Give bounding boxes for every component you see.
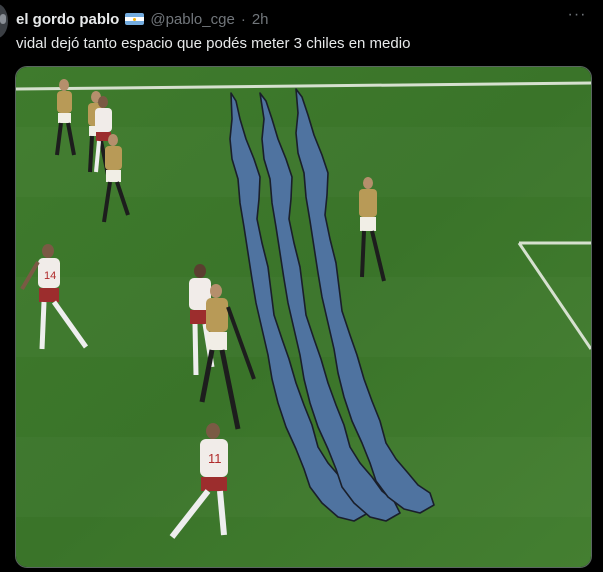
tweet-text: vidal dejó tanto espacio que podés meter… [16, 35, 411, 52]
timestamp[interactable]: 2h [252, 11, 269, 28]
tweet-media-image[interactable]: 14 11 [15, 66, 592, 568]
argentina-flag-icon [125, 13, 145, 25]
author-handle[interactable]: @pablo_cge [150, 11, 234, 28]
avatar[interactable] [0, 4, 8, 38]
author-name[interactable]: el gordo pablo [16, 11, 119, 28]
shirt-number-14: 14 [44, 270, 56, 282]
shirt-number-11: 11 [208, 451, 222, 466]
more-horizontal-icon[interactable]: ··· [565, 7, 589, 28]
tweet-header: el gordo pablo @pablo_cge · 2h [16, 9, 269, 29]
separator-dot: · [240, 10, 246, 28]
football-pitch-scene: 14 11 [16, 67, 591, 567]
